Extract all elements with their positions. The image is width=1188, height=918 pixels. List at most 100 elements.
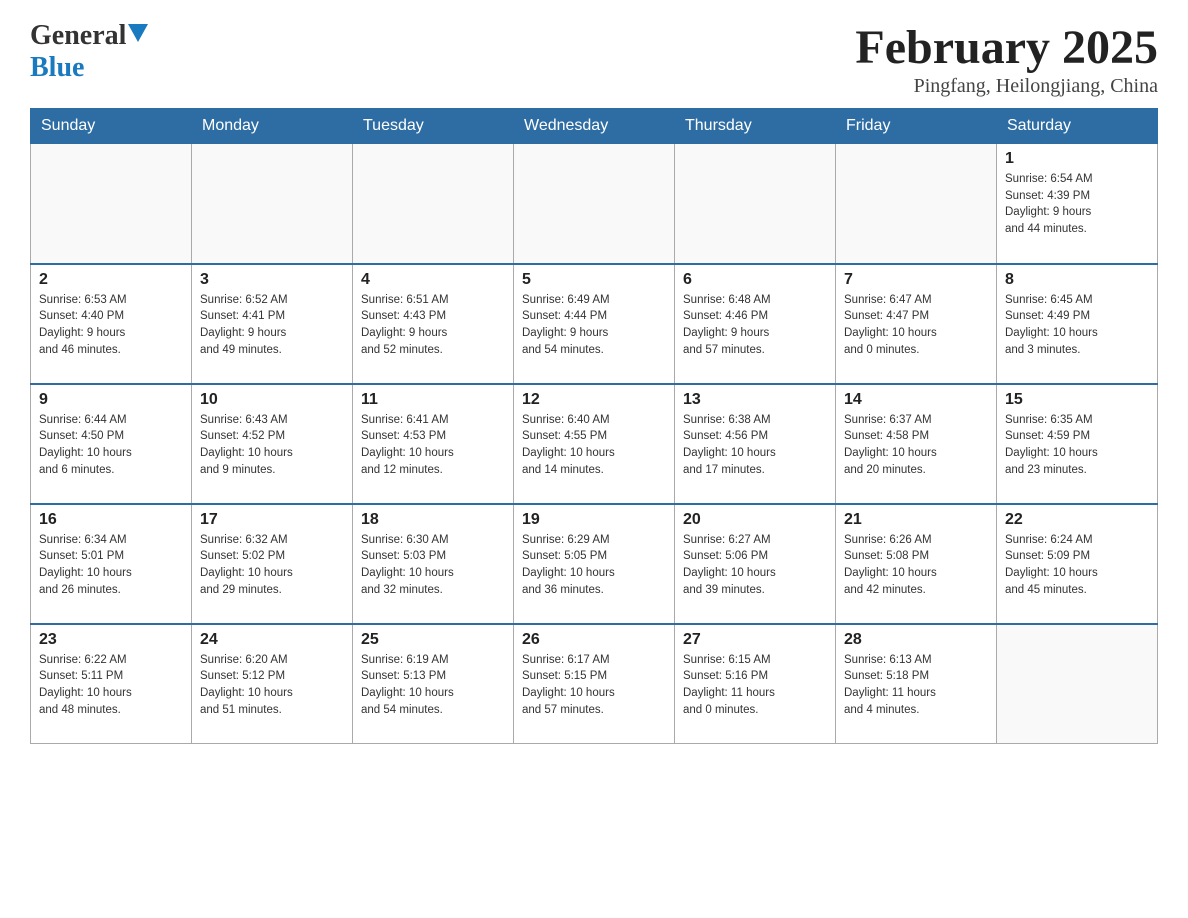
day-number: 3 (200, 271, 344, 289)
calendar-cell: 4 Sunrise: 6:51 AMSunset: 4:43 PMDaylight… (353, 264, 514, 384)
day-number: 23 (39, 631, 183, 649)
calendar-cell (514, 144, 675, 264)
day-number: 21 (844, 511, 988, 529)
month-title: February 2025 (855, 20, 1158, 75)
day-number: 27 (683, 631, 827, 649)
logo-triangle-icon (128, 24, 148, 42)
day-number: 12 (522, 391, 666, 409)
logo-blue: Blue (30, 52, 148, 84)
day-info: Sunrise: 6:29 AMSunset: 5:05 PMDaylight:… (522, 532, 666, 599)
day-info: Sunrise: 6:32 AMSunset: 5:02 PMDaylight:… (200, 532, 344, 599)
col-monday: Monday (192, 109, 353, 144)
day-info: Sunrise: 6:22 AMSunset: 5:11 PMDaylight:… (39, 652, 183, 719)
day-number: 10 (200, 391, 344, 409)
calendar-cell: 18 Sunrise: 6:30 AMSunset: 5:03 PMDayligh… (353, 504, 514, 624)
calendar-cell: 3 Sunrise: 6:52 AMSunset: 4:41 PMDaylight… (192, 264, 353, 384)
day-number: 24 (200, 631, 344, 649)
day-info: Sunrise: 6:15 AMSunset: 5:16 PMDaylight:… (683, 652, 827, 719)
day-number: 15 (1005, 391, 1149, 409)
calendar-cell (836, 144, 997, 264)
day-info: Sunrise: 6:37 AMSunset: 4:58 PMDaylight:… (844, 412, 988, 479)
col-saturday: Saturday (997, 109, 1158, 144)
day-info: Sunrise: 6:20 AMSunset: 5:12 PMDaylight:… (200, 652, 344, 719)
day-number: 2 (39, 271, 183, 289)
day-info: Sunrise: 6:52 AMSunset: 4:41 PMDaylight:… (200, 292, 344, 359)
day-number: 13 (683, 391, 827, 409)
calendar-cell: 16 Sunrise: 6:34 AMSunset: 5:01 PMDayligh… (31, 504, 192, 624)
page-header: General Blue February 2025 Pingfang, Hei… (30, 20, 1158, 98)
day-number: 16 (39, 511, 183, 529)
day-number: 11 (361, 391, 505, 409)
calendar-cell: 9Sunrise: 6:44 AMSunset: 4:50 PMDaylight… (31, 384, 192, 504)
day-number: 22 (1005, 511, 1149, 529)
day-info: Sunrise: 6:34 AMSunset: 5:01 PMDaylight:… (39, 532, 183, 599)
day-info: Sunrise: 6:17 AMSunset: 5:15 PMDaylight:… (522, 652, 666, 719)
day-number: 20 (683, 511, 827, 529)
day-info: Sunrise: 6:53 AMSunset: 4:40 PMDaylight:… (39, 292, 183, 359)
day-info: Sunrise: 6:43 AMSunset: 4:52 PMDaylight:… (200, 412, 344, 479)
day-info: Sunrise: 6:54 AMSunset: 4:39 PMDaylight:… (1005, 171, 1149, 238)
day-info: Sunrise: 6:45 AMSunset: 4:49 PMDaylight:… (1005, 292, 1149, 359)
calendar-header-row: Sunday Monday Tuesday Wednesday Thursday… (31, 109, 1158, 144)
day-info: Sunrise: 6:24 AMSunset: 5:09 PMDaylight:… (1005, 532, 1149, 599)
calendar-cell: 2 Sunrise: 6:53 AMSunset: 4:40 PMDaylight… (31, 264, 192, 384)
day-info: Sunrise: 6:47 AMSunset: 4:47 PMDaylight:… (844, 292, 988, 359)
calendar-cell: 13 Sunrise: 6:38 AMSunset: 4:56 PMDayligh… (675, 384, 836, 504)
calendar-cell (192, 144, 353, 264)
calendar-cell: 1 Sunrise: 6:54 AMSunset: 4:39 PMDaylight… (997, 144, 1158, 264)
calendar-cell: 28Sunrise: 6:13 AMSunset: 5:18 PMDayligh… (836, 624, 997, 744)
calendar-cell: 5 Sunrise: 6:49 AMSunset: 4:44 PMDaylight… (514, 264, 675, 384)
col-wednesday: Wednesday (514, 109, 675, 144)
calendar-week-row: 16 Sunrise: 6:34 AMSunset: 5:01 PMDayligh… (31, 504, 1158, 624)
day-info: Sunrise: 6:30 AMSunset: 5:03 PMDaylight:… (361, 532, 505, 599)
calendar-cell: 24 Sunrise: 6:20 AMSunset: 5:12 PMDayligh… (192, 624, 353, 744)
calendar-week-row: 2 Sunrise: 6:53 AMSunset: 4:40 PMDaylight… (31, 264, 1158, 384)
day-info: Sunrise: 6:41 AMSunset: 4:53 PMDaylight:… (361, 412, 505, 479)
calendar-cell: 20 Sunrise: 6:27 AMSunset: 5:06 PMDayligh… (675, 504, 836, 624)
day-number: 1 (1005, 150, 1149, 168)
day-info: Sunrise: 6:49 AMSunset: 4:44 PMDaylight:… (522, 292, 666, 359)
day-number: 8 (1005, 271, 1149, 289)
col-tuesday: Tuesday (353, 109, 514, 144)
day-info: Sunrise: 6:19 AMSunset: 5:13 PMDaylight:… (361, 652, 505, 719)
title-section: February 2025 Pingfang, Heilongjiang, Ch… (855, 20, 1158, 98)
calendar-cell: 26 Sunrise: 6:17 AMSunset: 5:15 PMDayligh… (514, 624, 675, 744)
calendar-table: Sunday Monday Tuesday Wednesday Thursday… (30, 108, 1158, 744)
day-number: 26 (522, 631, 666, 649)
day-info: Sunrise: 6:38 AMSunset: 4:56 PMDaylight:… (683, 412, 827, 479)
calendar-cell (997, 624, 1158, 744)
logo-text: General Blue (30, 20, 148, 84)
calendar-cell: 22 Sunrise: 6:24 AMSunset: 5:09 PMDayligh… (997, 504, 1158, 624)
day-info: Sunrise: 6:40 AMSunset: 4:55 PMDaylight:… (522, 412, 666, 479)
day-info: Sunrise: 6:35 AMSunset: 4:59 PMDaylight:… (1005, 412, 1149, 479)
day-number: 14 (844, 391, 988, 409)
day-number: 28 (844, 631, 988, 649)
day-number: 19 (522, 511, 666, 529)
day-number: 18 (361, 511, 505, 529)
calendar-week-row: 23 Sunrise: 6:22 AMSunset: 5:11 PMDayligh… (31, 624, 1158, 744)
calendar-cell: 19 Sunrise: 6:29 AMSunset: 5:05 PMDayligh… (514, 504, 675, 624)
day-info: Sunrise: 6:48 AMSunset: 4:46 PMDaylight:… (683, 292, 827, 359)
calendar-cell: 17 Sunrise: 6:32 AMSunset: 5:02 PMDayligh… (192, 504, 353, 624)
calendar-week-row: 9Sunrise: 6:44 AMSunset: 4:50 PMDaylight… (31, 384, 1158, 504)
day-info: Sunrise: 6:51 AMSunset: 4:43 PMDaylight:… (361, 292, 505, 359)
calendar-cell (675, 144, 836, 264)
calendar-cell: 14 Sunrise: 6:37 AMSunset: 4:58 PMDayligh… (836, 384, 997, 504)
calendar-cell: 7 Sunrise: 6:47 AMSunset: 4:47 PMDaylight… (836, 264, 997, 384)
calendar-cell: 25Sunrise: 6:19 AMSunset: 5:13 PMDayligh… (353, 624, 514, 744)
calendar-cell: 12 Sunrise: 6:40 AMSunset: 4:55 PMDayligh… (514, 384, 675, 504)
location: Pingfang, Heilongjiang, China (855, 75, 1158, 98)
day-number: 7 (844, 271, 988, 289)
day-number: 4 (361, 271, 505, 289)
calendar-cell (31, 144, 192, 264)
col-friday: Friday (836, 109, 997, 144)
day-number: 5 (522, 271, 666, 289)
col-sunday: Sunday (31, 109, 192, 144)
calendar-cell: 8 Sunrise: 6:45 AMSunset: 4:49 PMDaylight… (997, 264, 1158, 384)
day-info: Sunrise: 6:27 AMSunset: 5:06 PMDaylight:… (683, 532, 827, 599)
col-thursday: Thursday (675, 109, 836, 144)
day-number: 6 (683, 271, 827, 289)
calendar-cell (353, 144, 514, 264)
calendar-cell: 23 Sunrise: 6:22 AMSunset: 5:11 PMDayligh… (31, 624, 192, 744)
day-number: 17 (200, 511, 344, 529)
